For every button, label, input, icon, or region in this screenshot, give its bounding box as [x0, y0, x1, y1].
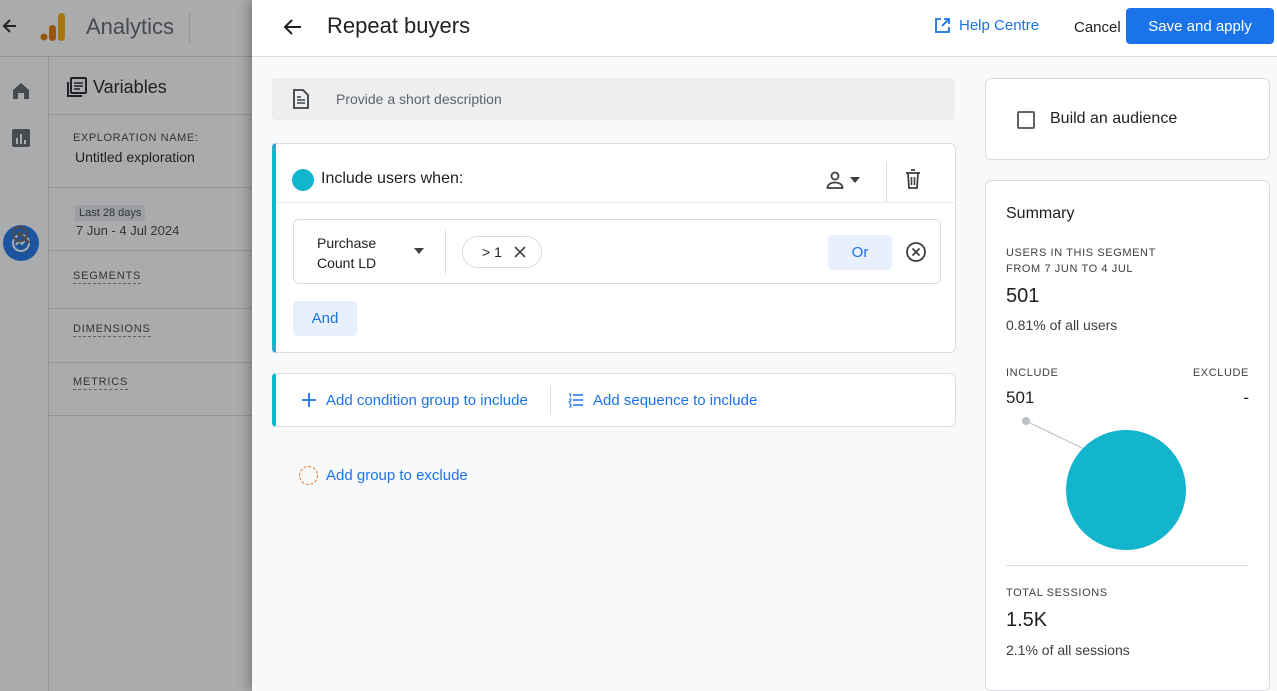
include-condition-group: Include users when: Purchase Count LD > … [272, 143, 956, 353]
add-sequence-label: Add sequence to include [593, 391, 758, 409]
add-card-divider [550, 386, 551, 414]
add-condition-group-button[interactable]: Add condition group to include [301, 374, 528, 426]
or-button[interactable]: Or [828, 235, 892, 270]
pie-leader-line [1025, 420, 1085, 450]
exclude-value: - [1243, 388, 1249, 407]
sessions-value: 1.5K [1006, 609, 1048, 631]
include-value: 501 [1006, 388, 1035, 407]
description-field [272, 78, 955, 120]
caret-down-icon [414, 248, 424, 254]
plus-icon [302, 393, 316, 407]
numbered-list-icon [568, 393, 583, 408]
add-exclude-label: Add group to exclude [326, 466, 468, 484]
summary-title: Summary [1006, 205, 1075, 222]
users-value: 501 [1006, 285, 1040, 307]
description-input[interactable] [336, 78, 936, 120]
header-divider [276, 202, 956, 203]
add-condition-group-label: Add condition group to include [326, 391, 528, 409]
close-icon[interactable] [514, 246, 526, 258]
dialog-header: Repeat buyers Help Centre Cancel Save an… [252, 0, 1277, 57]
add-sequence-button[interactable]: Add sequence to include [568, 374, 757, 426]
caret-down-icon [850, 177, 860, 183]
save-and-apply-button[interactable]: Save and apply [1126, 8, 1274, 44]
total-sessions-label: TOTAL SESSIONS [1006, 587, 1108, 599]
exclude-label: EXCLUDE [1192, 367, 1249, 379]
condition-filter-chip[interactable]: > 1 [462, 236, 542, 268]
condition-row: Purchase Count LD > 1 Or [293, 219, 941, 284]
build-audience-label: Build an audience [1050, 110, 1178, 127]
pie-leader-dot [1022, 417, 1030, 425]
build-audience-checkbox[interactable] [1017, 111, 1035, 129]
trash-icon[interactable] [902, 168, 924, 190]
build-audience-card: Build an audience [985, 78, 1270, 160]
add-exclude-group-button[interactable]: Add group to exclude [299, 462, 468, 488]
summary-divider [1006, 565, 1249, 566]
remove-circle-icon[interactable] [905, 241, 927, 263]
dimension-label: Purchase Count LD [317, 235, 377, 271]
users-date-label: FROM 7 JUN TO 4 JUL [1006, 263, 1134, 275]
pie-slice-include [1066, 430, 1186, 550]
users-percent: 0.81% of all users [1006, 317, 1118, 333]
help-centre-link[interactable]: Help Centre [934, 17, 1039, 34]
add-include-card: Add condition group to include Add seque… [272, 373, 956, 427]
dimension-selector[interactable]: Purchase Count LD [294, 220, 446, 283]
summary-card: Summary USERS IN THIS SEGMENT FROM 7 JUN… [985, 180, 1270, 691]
condition-divider [445, 230, 446, 274]
condition-filter-label: > 1 [482, 244, 502, 260]
include-exclude-pie [1022, 417, 1186, 550]
include-label: INCLUDE [1006, 367, 1059, 379]
segment-color-dot [292, 169, 314, 191]
scope-selector[interactable] [824, 166, 872, 194]
include-title: Include users when: [321, 170, 464, 187]
person-icon [826, 171, 844, 189]
open-in-new-icon [935, 18, 950, 33]
document-icon [293, 89, 309, 109]
segment-title[interactable]: Repeat buyers [327, 13, 470, 39]
header-divider [886, 162, 887, 202]
dashed-circle-icon [299, 465, 318, 485]
cancel-button[interactable]: Cancel [1064, 9, 1131, 45]
and-button[interactable]: And [293, 301, 357, 336]
users-in-segment-label: USERS IN THIS SEGMENT [1006, 247, 1156, 259]
help-centre-label: Help Centre [959, 17, 1040, 34]
back-arrow-icon[interactable] [282, 16, 304, 38]
sessions-percent: 2.1% of all sessions [1006, 642, 1130, 658]
segment-builder-dialog: Repeat buyers Help Centre Cancel Save an… [252, 0, 1277, 691]
